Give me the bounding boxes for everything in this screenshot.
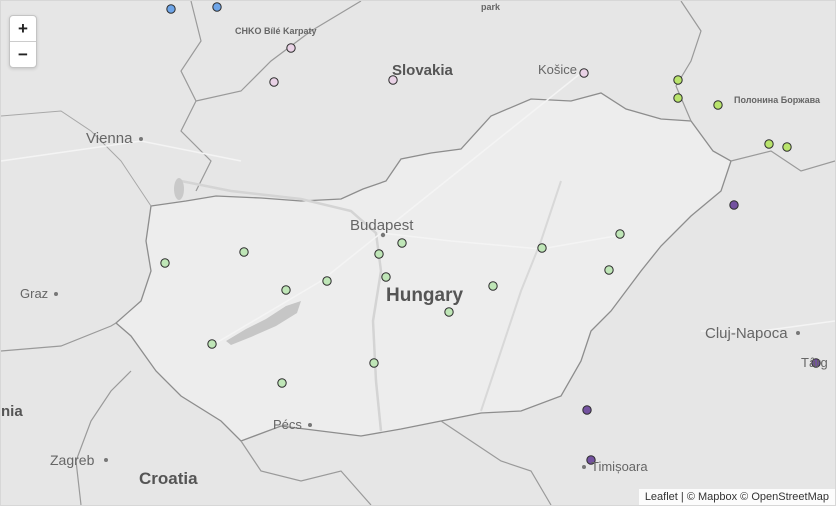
border-line: [675, 1, 702, 122]
label-vienna: Vienna: [86, 130, 133, 147]
map-container[interactable]: park CHKO Bílé Karpaty Slovakia Košice П…: [0, 0, 836, 506]
border-line: [195, 1, 362, 102]
hungary-area: [115, 92, 732, 442]
label-timisoara: Timișoara: [591, 459, 648, 474]
border-line: [1, 322, 117, 352]
map-marker-purple[interactable]: [582, 405, 592, 415]
label-graz: Graz: [20, 286, 49, 301]
map-marker-green[interactable]: [374, 249, 384, 259]
map-marker-green[interactable]: [537, 243, 547, 253]
label-slovenia: nia: [1, 403, 23, 420]
zoom-out-button[interactable]: −: [10, 41, 36, 67]
label-budapest: Budapest: [350, 217, 414, 234]
mapbox-link[interactable]: Mapbox: [698, 491, 737, 503]
label-croatia: Croatia: [139, 469, 198, 488]
city-dot-pecs: [308, 423, 312, 427]
map-marker-green[interactable]: [444, 307, 454, 317]
map-marker-pink[interactable]: [269, 77, 279, 87]
map-marker-green[interactable]: [160, 258, 170, 268]
label-kosice: Košice: [538, 62, 578, 77]
map-marker-green[interactable]: [397, 238, 407, 248]
map-marker-green[interactable]: [488, 281, 498, 291]
border-line: [440, 420, 552, 505]
map-marker-green[interactable]: [277, 378, 287, 388]
map-marker-green[interactable]: [381, 272, 391, 282]
zoom-in-button[interactable]: +: [10, 16, 36, 41]
map-marker-lime[interactable]: [673, 75, 683, 85]
map-marker-lime[interactable]: [673, 93, 683, 103]
label-targu: Târg: [801, 355, 828, 370]
map-marker-green[interactable]: [281, 285, 291, 295]
label-hungary: Hungary: [386, 285, 464, 306]
map-marker-green[interactable]: [239, 247, 249, 257]
border-line: [180, 1, 212, 192]
border-line: [75, 370, 132, 505]
zoom-control: + −: [9, 15, 37, 68]
border-line: [730, 150, 835, 172]
map-marker-green[interactable]: [604, 265, 614, 275]
map-marker-blue[interactable]: [212, 2, 222, 12]
map-marker-lime[interactable]: [782, 142, 792, 152]
lake: [174, 178, 184, 200]
attribution-separator: | ©: [677, 491, 698, 503]
label-slovakia: Slovakia: [392, 62, 453, 79]
label-pecs: Pécs: [273, 417, 302, 432]
map-marker-lime[interactable]: [713, 100, 723, 110]
map-marker-green[interactable]: [207, 339, 217, 349]
map-marker-pink[interactable]: [286, 43, 296, 53]
city-dot-vienna: [139, 137, 143, 141]
map-marker-lime[interactable]: [764, 139, 774, 149]
map-marker-green[interactable]: [615, 229, 625, 239]
border-line: [240, 440, 372, 505]
label-zagreb: Zagreb: [50, 452, 95, 468]
map-marker-blue[interactable]: [166, 4, 176, 14]
label-park: park: [481, 2, 501, 12]
map-marker-green[interactable]: [369, 358, 379, 368]
map-marker-pink[interactable]: [579, 68, 589, 78]
leaflet-link[interactable]: Leaflet: [645, 491, 678, 503]
label-chko: CHKO Bílé Karpaty: [235, 26, 317, 36]
label-polonyna: Полонина Боржава: [734, 95, 821, 105]
label-cluj: Cluj-Napoca: [705, 325, 788, 342]
map-marker-green[interactable]: [322, 276, 332, 286]
map-marker-purple[interactable]: [729, 200, 739, 210]
city-dot-cluj: [796, 331, 800, 335]
attribution-copy: ©: [737, 491, 752, 503]
city-dot-graz: [54, 292, 58, 296]
attribution: Leaflet | © Mapbox © OpenStreetMap: [638, 489, 835, 505]
city-dot-timisoara: [582, 465, 586, 469]
city-dot-zagreb: [104, 458, 108, 462]
osm-link[interactable]: OpenStreetMap: [751, 491, 829, 503]
